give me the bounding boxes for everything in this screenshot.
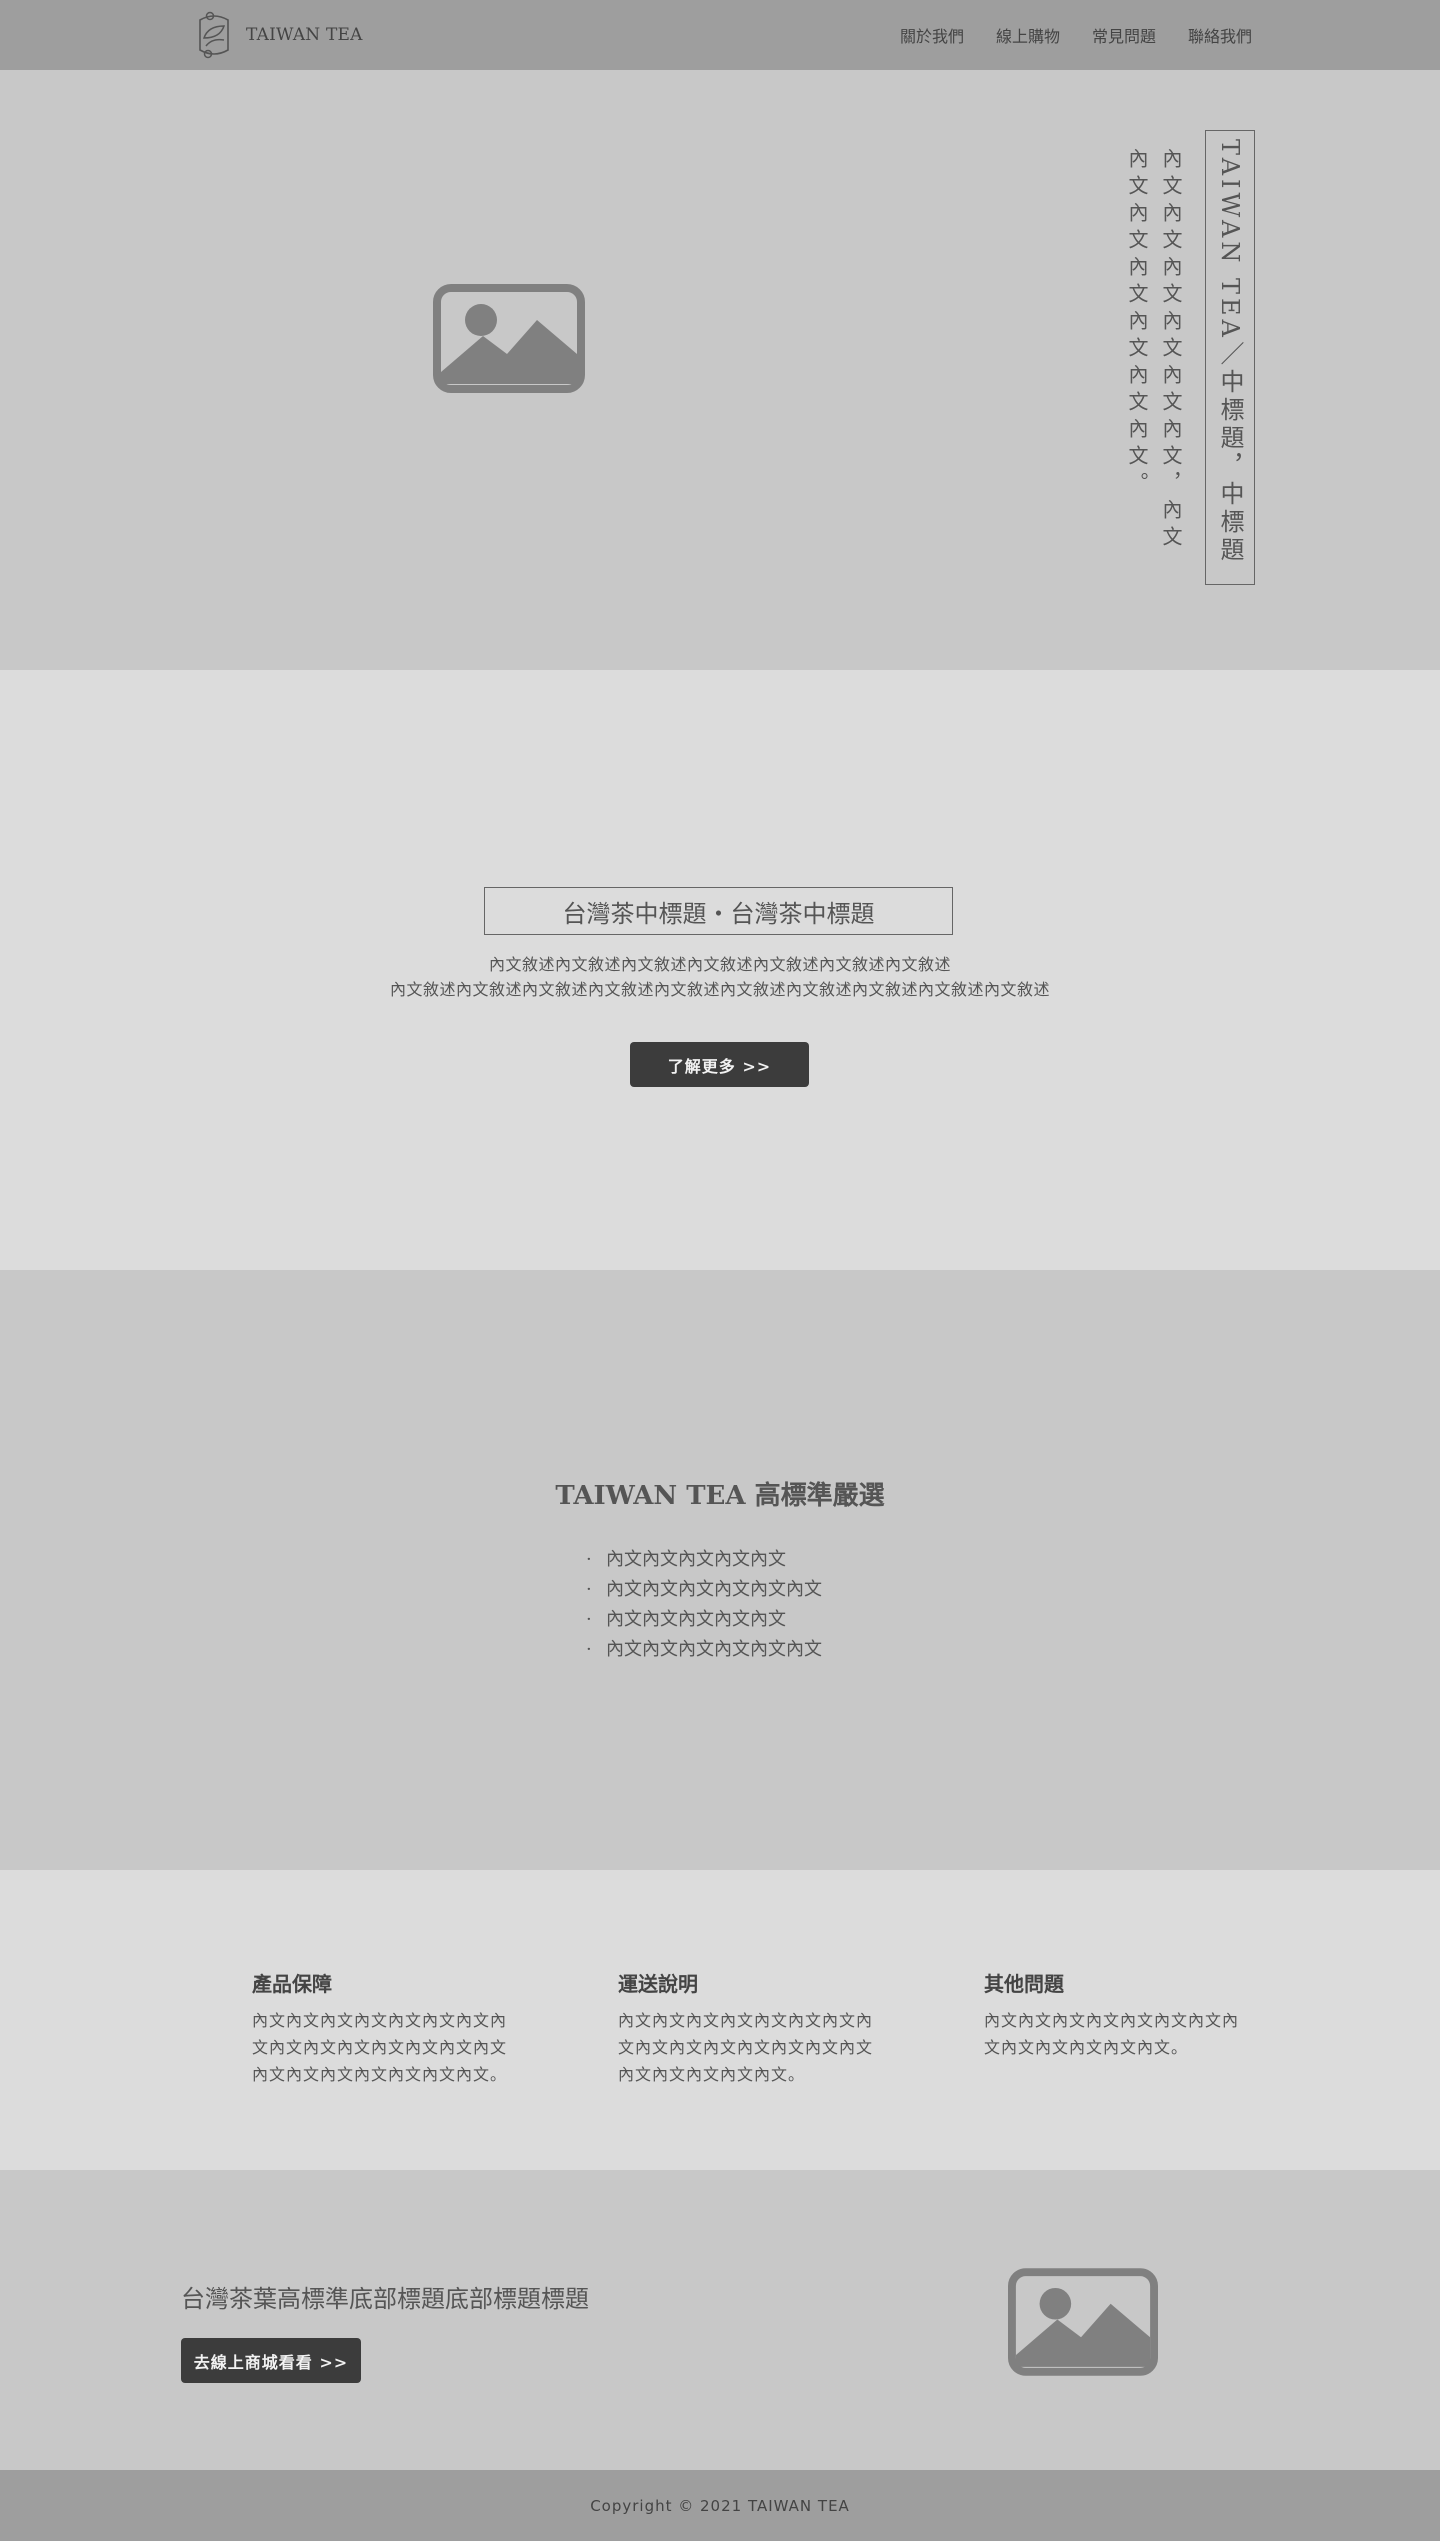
- learn-more-button[interactable]: 了解更多 >>: [630, 1042, 809, 1087]
- hero-vertical-body: 內文內文內文內文內文內文，內文內文內文內文內文內文內文。: [1125, 148, 1183, 553]
- standards-title: TAIWAN TEA 高標準嚴選: [555, 1481, 885, 1511]
- faq-body: 內文內文內文內文內文內文內文內文內文內文內文內文內文內文內文內文內文內文內文內文…: [252, 2011, 508, 2084]
- faq-body: 內文內文內文內文內文內文內文內文內文內文內文內文內文。: [984, 2011, 1240, 2057]
- list-item: · 內文內文內文內文內文內文: [586, 1639, 822, 1660]
- nav-about[interactable]: 關於我們: [900, 23, 964, 47]
- intro-body-line: 內文敘述內文敘述內文敘述內文敘述內文敘述內文敘述內文敘述: [488, 955, 951, 974]
- brand-name: TAIWAN TEA: [246, 25, 363, 45]
- main-nav: 關於我們 線上購物 常見問題 聯絡我們: [900, 0, 1252, 70]
- hero-section: TAIWAN TEA／中標題，中標題 內文內文內文內文內文內文，內文內文內文內文…: [0, 70, 1440, 670]
- nav-shop[interactable]: 線上購物: [996, 23, 1060, 47]
- intro-body: 內文敘述內文敘述內文敘述內文敘述內文敘述內文敘述內文敘述 內文敘述內文敘述內文敘…: [0, 952, 1440, 1002]
- list-item: · 內文內文內文內文內文: [586, 1549, 786, 1570]
- intro-section: 台灣茶中標題・台灣茶中標題 內文敘述內文敘述內文敘述內文敘述內文敘述內文敘述內文…: [0, 670, 1440, 1270]
- standards-section: TAIWAN TEA 高標準嚴選 · 內文內文內文內文內文 · 內文內文內文內文內文…: [0, 1270, 1440, 1870]
- faq-title: 產品保障: [252, 1972, 332, 1996]
- faq-title: 其他問題: [984, 1972, 1064, 1996]
- copyright-text: Copyright © 2021 TAIWAN TEA: [590, 2496, 850, 2515]
- list-item: · 內文內文內文內文內文: [586, 1609, 786, 1630]
- brand-logo-link[interactable]: TAIWAN TEA: [190, 8, 363, 62]
- image-placeholder-icon: [1008, 2268, 1158, 2376]
- go-to-shop-button[interactable]: 去線上商城看看 >>: [181, 2338, 361, 2383]
- list-item: · 內文內文內文內文內文內文: [586, 1579, 822, 1600]
- hero-vertical-title: TAIWAN TEA／中標題，中標題: [1205, 130, 1255, 585]
- faq-title: 運送說明: [618, 1972, 698, 1996]
- faq-column-other: 其他問題 內文內文內文內文內文內文內文內文內文內文內文內文內文。: [984, 1968, 1244, 2061]
- site-footer: Copyright © 2021 TAIWAN TEA: [0, 2470, 1440, 2541]
- nav-contact[interactable]: 聯絡我們: [1188, 23, 1252, 47]
- site-header: TAIWAN TEA 關於我們 線上購物 常見問題 聯絡我們: [0, 0, 1440, 70]
- faq-column-shipping: 運送說明 內文內文內文內文內文內文內文內文內文內文內文內文內文內文內文內文內文內…: [618, 1968, 878, 2088]
- nav-faq[interactable]: 常見問題: [1092, 23, 1156, 47]
- standards-list: · 內文內文內文內文內文 · 內文內文內文內文內文內文 · 內文內文內文內文內文 · 內…: [586, 1545, 822, 1665]
- faq-column-warranty: 產品保障 內文內文內文內文內文內文內文內文內文內文內文內文內文內文內文內文內文內…: [252, 1968, 512, 2088]
- tea-leaf-logo-icon: [199, 11, 229, 59]
- faq-body: 內文內文內文內文內文內文內文內文內文內文內文內文內文內文內文內文內文內文內文內文…: [618, 2011, 874, 2084]
- intro-body-line: 內文敘述內文敘述內文敘述內文敘述內文敘述內文敘述內文敘述內文敘述內文敘述內文敘述: [389, 980, 1050, 999]
- intro-title: 台灣茶中標題・台灣茶中標題: [484, 887, 953, 935]
- cta-section: 台灣茶葉高標準底部標題底部標題標題 去線上商城看看 >>: [0, 2170, 1440, 2470]
- image-placeholder-icon: [433, 284, 585, 393]
- faq-section: 產品保障 內文內文內文內文內文內文內文內文內文內文內文內文內文內文內文內文內文內…: [0, 1870, 1440, 2170]
- cta-title: 台灣茶葉高標準底部標題底部標題標題: [181, 2285, 589, 2313]
